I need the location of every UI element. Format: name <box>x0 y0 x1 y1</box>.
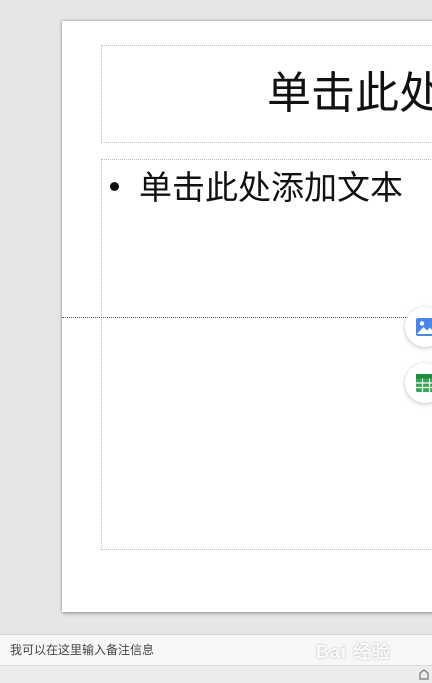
title-placeholder-box[interactable]: 单击此处 <box>101 45 432 143</box>
content-placeholder-text: 单击此处添加文本 <box>139 168 403 207</box>
smart-guide-line <box>62 317 432 318</box>
table-icon <box>416 374 432 392</box>
notes-pane[interactable]: 我可以在这里输入备注信息 <box>0 634 432 665</box>
picture-icon <box>416 318 432 336</box>
status-bar <box>0 665 432 683</box>
bullet-dot-icon <box>110 181 119 191</box>
content-bullet-line: 单击此处添加文本 <box>110 166 403 210</box>
title-placeholder-text: 单击此处 <box>267 68 432 119</box>
notes-placeholder-text: 我可以在这里输入备注信息 <box>10 643 155 657</box>
slide-editing-area: 单击此处 单击此处添加文本 <box>0 0 432 634</box>
content-placeholder-box[interactable]: 单击此处添加文本 <box>101 159 432 550</box>
notes-toggle-icon[interactable] <box>418 669 430 681</box>
